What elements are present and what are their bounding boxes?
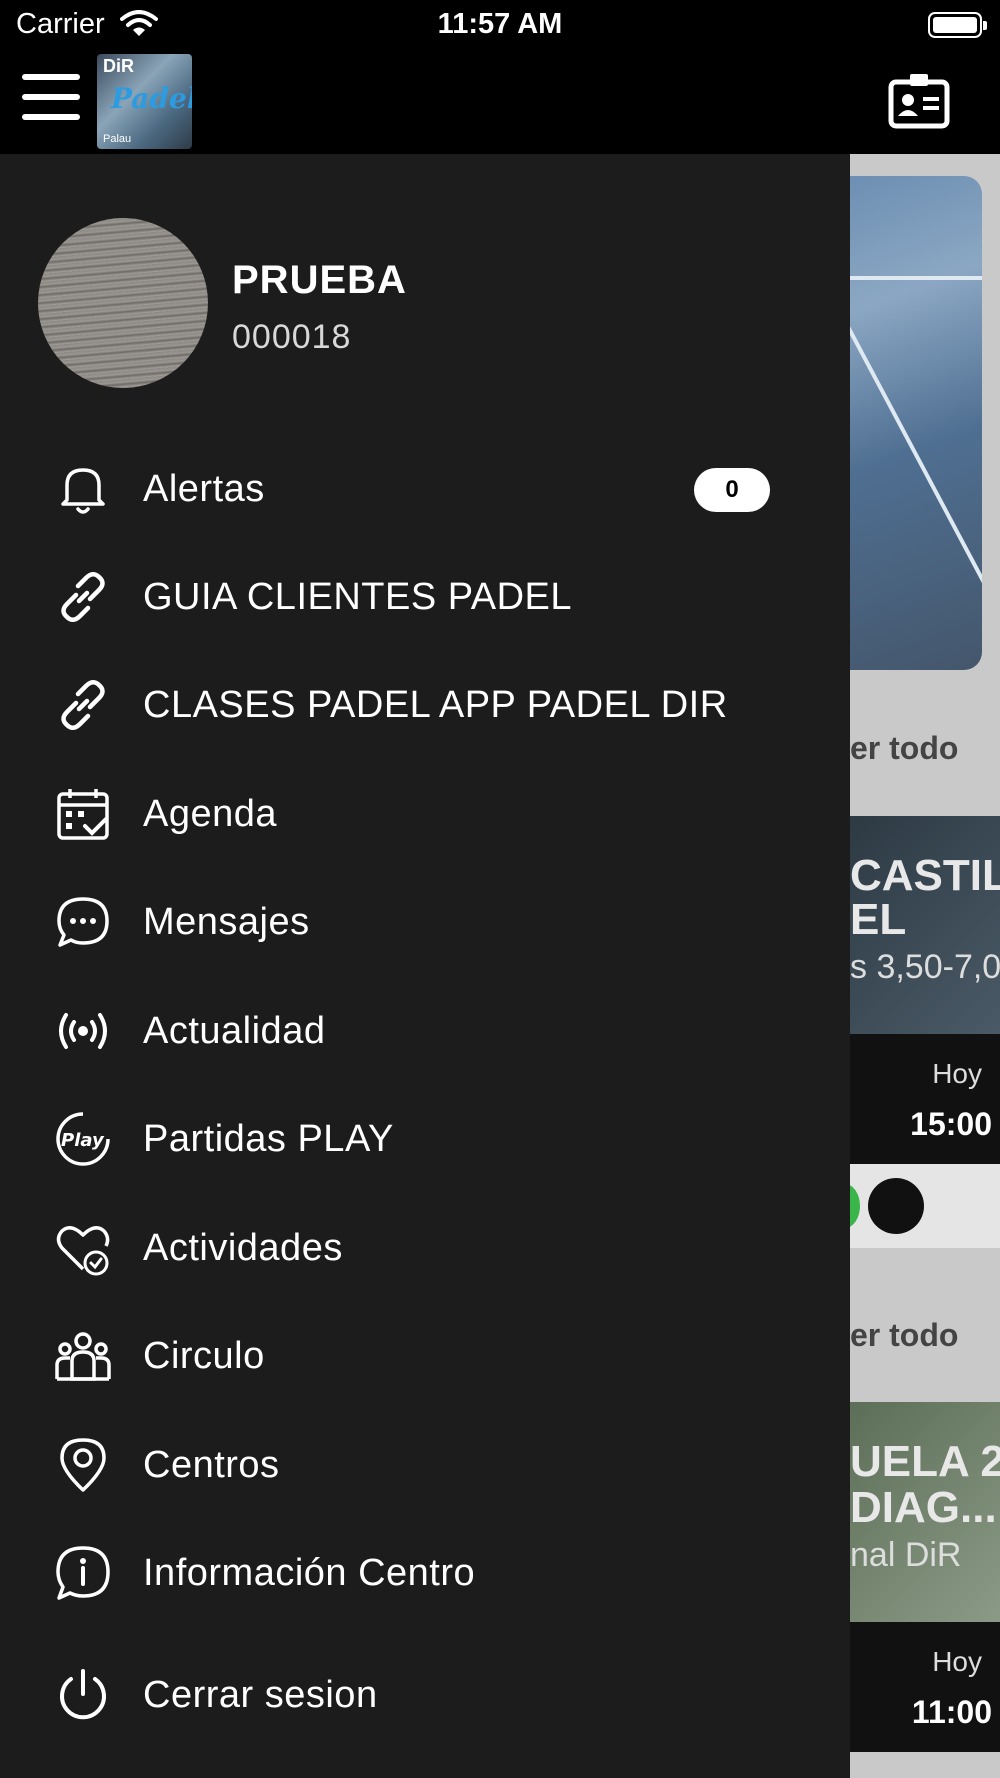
menu-item-label: Partidas PLAY [143,1118,394,1160]
location-pin-icon [54,1436,112,1494]
link-icon [54,676,112,734]
event-card-title-line2: EL [850,895,907,944]
event-card-footer [850,1164,1000,1248]
menu-item-agenda[interactable]: Agenda [0,763,850,863]
logo-name-text: Padel [111,82,192,115]
menu-item-label: Cerrar sesion [143,1674,378,1716]
hamburger-menu-icon[interactable] [22,74,80,120]
event-card-subtitle: s 3,50-7,0 [850,948,1000,986]
ver-todo-link-2[interactable]: er todo [850,1317,958,1354]
menu-item-clases-padel[interactable]: CLASES PADEL APP PADEL DIR [0,654,850,754]
event-card-title-line1: CASTIL [850,851,1000,900]
menu-item-actualidad[interactable]: Actualidad [0,980,850,1080]
menu-item-label: Alertas [143,468,265,510]
menu-item-label: Centros [143,1444,280,1486]
menu-item-label: Actualidad [143,1010,326,1052]
event-card-2-time[interactable]: Hoy 11:00 [850,1622,1000,1752]
alerts-count-badge: 0 [694,468,770,512]
event-time-label: 15:00 [910,1106,992,1142]
menu-item-label: Circulo [143,1335,265,1377]
chat-bubble-icon [54,893,112,951]
menu-item-label: GUIA CLIENTES PADEL [143,576,573,618]
ver-todo-link[interactable]: er todo [850,730,958,767]
menu-item-centros[interactable]: Centros [0,1414,850,1514]
profile-member-id: 000018 [232,318,352,356]
menu-item-informacion-centro[interactable]: Información Centro [0,1522,850,1622]
menu-item-label: Mensajes [143,901,310,943]
battery-icon [928,12,987,38]
menu-item-label: Información Centro [143,1552,476,1594]
menu-item-partidas-play[interactable]: Play Partidas PLAY [0,1088,850,1188]
calendar-check-icon [54,785,112,843]
menu-item-cerrar-sesion[interactable]: Cerrar sesion [0,1644,850,1744]
logo-caption-text: Palau [103,133,132,145]
event-2-time-label: 11:00 [911,1694,992,1730]
event-card-2-title-line2: DIAG... [850,1483,997,1532]
navigation-drawer: PRUEBA 000018 Alertas 0 GUIA CLIENTES PA… [0,154,850,1778]
member-card-icon[interactable] [888,72,950,130]
feed-banner-image[interactable] [850,176,982,670]
event-card-2-subtitle: nal DiR [850,1536,962,1574]
menu-item-guia-clientes-padel[interactable]: GUIA CLIENTES PADEL [0,546,850,646]
menu-item-alertas[interactable]: Alertas 0 [0,438,850,538]
event-card-time[interactable]: Hoy 15:00 [850,1034,1000,1164]
link-icon [54,568,112,626]
menu-item-mensajes[interactable]: Mensajes [0,871,850,971]
avatar[interactable] [38,218,208,388]
event-card-2-title-line1: UELA 2 [850,1437,1000,1486]
menu-item-label: Actividades [143,1227,343,1269]
menu-item-label: CLASES PADEL APP PADEL DIR [143,684,728,726]
broadcast-icon [54,1002,112,1060]
menu-item-actividades[interactable]: Actividades [0,1197,850,1297]
club-logo[interactable]: DiR Padel Palau [97,54,192,149]
event-day-label: Hoy [932,1058,982,1089]
event-card-image[interactable]: CASTIL EL s 3,50-7,0 [850,816,1000,1034]
bell-icon [54,460,112,518]
logo-brand-text: DiR [103,56,134,76]
profile-name: PRUEBA [232,258,407,302]
app-bar: DiR Padel Palau [0,50,1000,154]
group-icon [54,1327,112,1385]
event-2-day-label: Hoy [932,1646,982,1677]
mixed-gender-icon [868,1178,924,1234]
status-dot [850,1184,860,1228]
svg-text:Play: Play [61,1130,105,1151]
power-icon [54,1666,112,1724]
menu-item-circulo[interactable]: Circulo [0,1305,850,1405]
background-feed: er todo CASTIL EL s 3,50-7,0 Hoy 15:00 e… [850,154,1000,1778]
menu-item-label: Agenda [143,793,278,835]
event-card-image-2[interactable]: UELA 2 DIAG... nal DiR [850,1402,1000,1622]
status-time: 11:57 AM [437,8,563,40]
heart-check-icon [54,1219,112,1277]
play-badge-icon: Play [54,1110,112,1168]
info-bubble-icon [54,1544,112,1602]
status-bar: Carrier 11:57 AM [0,0,1000,50]
